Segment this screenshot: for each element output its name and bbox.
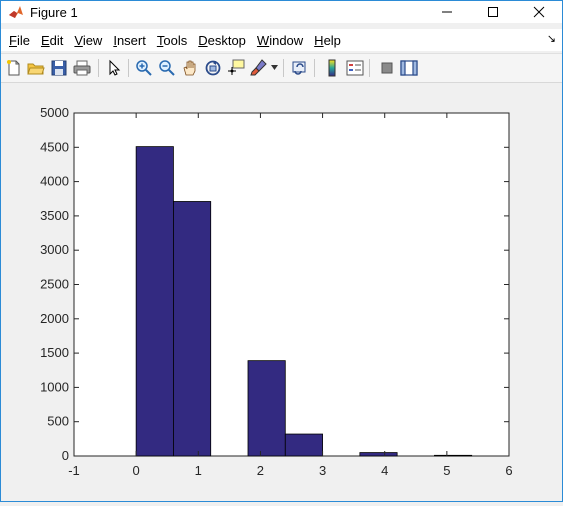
menu-bar: File Edit View Insert Tools Desktop Wind… [1, 29, 562, 51]
legend-icon[interactable] [346, 59, 364, 77]
brush-icon[interactable] [250, 59, 268, 77]
histogram-bar [434, 454, 473, 457]
y-tick-label: 4500 [40, 139, 69, 154]
window-title: Figure 1 [30, 4, 78, 20]
toolbar-separator [283, 59, 284, 77]
y-tick-label: 5000 [40, 105, 69, 120]
hide-plot-tools-icon[interactable] [378, 59, 396, 77]
histogram-bar [284, 433, 323, 457]
rotate-3d-icon[interactable] [204, 59, 222, 77]
open-file-icon[interactable] [27, 59, 45, 77]
new-figure-icon[interactable] [5, 59, 23, 77]
zoom-in-icon[interactable] [135, 59, 153, 77]
dock-arrow-icon[interactable]: ↘ [547, 32, 556, 45]
select-arrow-icon[interactable] [105, 59, 123, 77]
maximize-button[interactable] [470, 1, 516, 23]
colorbar-icon[interactable] [323, 59, 341, 77]
close-icon [533, 6, 545, 18]
y-tick-label: 4000 [40, 174, 69, 189]
x-tick-label: 1 [195, 463, 202, 478]
menu-desktop[interactable]: Desktop [198, 33, 246, 48]
y-tick-label: 2000 [40, 311, 69, 326]
print-icon[interactable] [73, 59, 91, 77]
x-tick-label: 0 [133, 463, 140, 478]
toolbar-separator [314, 59, 315, 77]
histogram-chart[interactable]: 0 500 1000 1500 2000 2500 3000 3500 4000 4500 5000… [1, 83, 562, 501]
show-plot-tools-icon[interactable] [400, 59, 418, 77]
histogram-bar [247, 360, 286, 457]
brush-dropdown-icon[interactable] [271, 65, 278, 71]
x-tick-label: 6 [505, 463, 512, 478]
menu-window[interactable]: Window [257, 33, 303, 48]
y-tick-label: 2500 [40, 277, 69, 292]
menu-file[interactable]: File [9, 33, 30, 48]
toolbar-separator [98, 59, 99, 77]
toolbar-separator [128, 59, 129, 77]
menu-insert[interactable]: Insert [113, 33, 146, 48]
y-tick-label: 500 [47, 414, 69, 429]
y-tick-label: 0 [62, 448, 69, 463]
histogram-bar [173, 201, 212, 457]
x-tick-label: 4 [381, 463, 388, 478]
figure-window: Figure 1 File Edit View Insert Tools Des… [0, 0, 563, 502]
minimize-icon [442, 11, 452, 13]
minimize-button[interactable] [424, 1, 470, 23]
data-cursor-icon[interactable] [227, 59, 245, 77]
figure-canvas: 0 500 1000 1500 2000 2500 3000 3500 4000 4500 5000… [1, 83, 562, 501]
zoom-out-icon[interactable] [158, 59, 176, 77]
close-button[interactable] [516, 1, 562, 23]
y-tick-label: 3000 [40, 242, 69, 257]
pan-hand-icon[interactable] [181, 59, 199, 77]
matlab-icon [9, 6, 23, 18]
menu-view[interactable]: View [74, 33, 102, 48]
menu-edit[interactable]: Edit [41, 33, 63, 48]
save-icon[interactable] [50, 59, 68, 77]
x-tick-label: 3 [319, 463, 326, 478]
link-plot-icon[interactable] [291, 59, 309, 77]
y-tick-label: 1500 [40, 345, 69, 360]
histogram-bar [135, 146, 174, 457]
maximize-icon [488, 7, 498, 17]
menu-tools[interactable]: Tools [157, 33, 187, 48]
figure-toolbar [1, 53, 562, 83]
toolbar-separator [369, 59, 370, 77]
histogram-bar [359, 452, 398, 457]
x-tick-label: 2 [257, 463, 264, 478]
title-bar[interactable]: Figure 1 [1, 1, 562, 23]
y-tick-label: 1000 [40, 379, 69, 394]
x-tick-label: -1 [68, 463, 80, 478]
menu-help[interactable]: Help [314, 33, 341, 48]
x-tick-label: 5 [443, 463, 450, 478]
y-tick-label: 3500 [40, 208, 69, 223]
